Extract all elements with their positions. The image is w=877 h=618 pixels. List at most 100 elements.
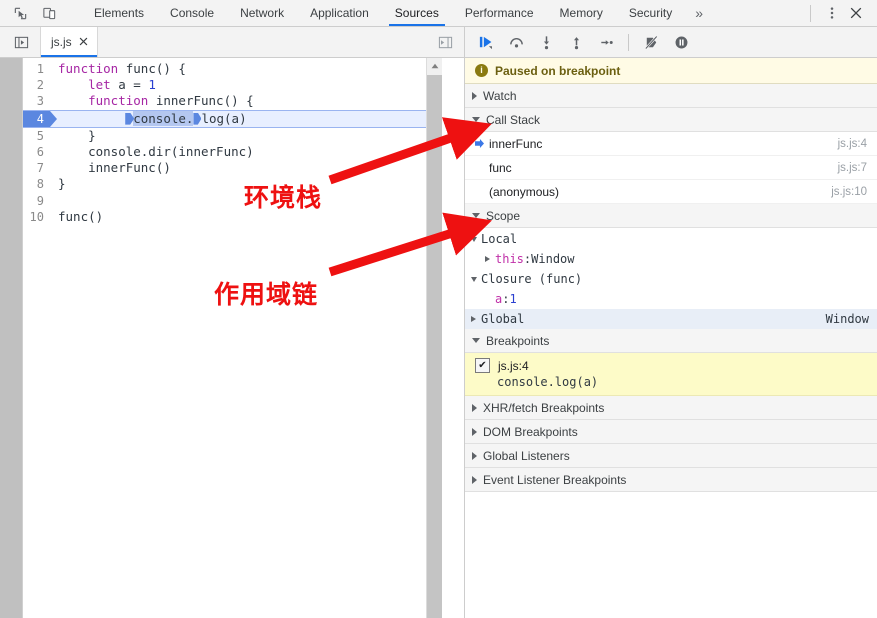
scope-group-global[interactable]: Global Window [465, 309, 877, 329]
code-line-current-execution[interactable]: 4 console. log(a) [23, 109, 442, 128]
call-stack-frame[interactable]: (anonymous) js.js:10 [465, 180, 877, 204]
line-code-rest: log(a) [201, 110, 247, 126]
code-line[interactable]: 9 [23, 193, 442, 209]
tab-network[interactable]: Network [227, 0, 297, 26]
step-over-next-function-call-icon[interactable] [503, 30, 529, 54]
tab-security[interactable]: Security [616, 0, 685, 26]
show-quick-open-icon[interactable] [434, 31, 456, 53]
top-left-icons [0, 0, 81, 26]
scope-group-local[interactable]: Local [465, 229, 877, 249]
chevron-right-icon [472, 475, 477, 484]
section-scope-header[interactable]: Scope [465, 204, 877, 228]
source-code-editor[interactable]: 1 function func() { 2 let a = 1 3 functi… [22, 58, 442, 618]
current-frame-arrow-icon [475, 139, 489, 148]
show-navigator-icon[interactable] [8, 27, 34, 58]
section-dom-breakpoints-header[interactable]: DOM Breakpoints [465, 420, 877, 444]
tab-sources-label: Sources [394, 6, 439, 20]
tab-console[interactable]: Console [157, 0, 227, 26]
property-separator: : [502, 292, 510, 306]
inspect-cursor-icon[interactable] [10, 3, 30, 23]
code-line[interactable]: 6 console.dir(innerFunc) [23, 144, 442, 160]
line-number[interactable]: 2 [23, 77, 50, 93]
paused-banner-text: Paused on breakpoint [495, 63, 621, 78]
section-breakpoints-header[interactable]: Breakpoints [465, 329, 877, 353]
scope-group-closure[interactable]: Closure (func) [465, 269, 877, 289]
section-global-listeners-header[interactable]: Global Listeners [465, 444, 877, 468]
scope-property-a[interactable]: a : 1 [465, 289, 877, 309]
code-line[interactable]: 2 let a = 1 [23, 77, 442, 93]
line-number[interactable]: 9 [23, 193, 50, 209]
chevron-down-icon [472, 117, 480, 122]
section-event-listener-breakpoints-label: Event Listener Breakpoints [483, 472, 627, 487]
devtools-window: Elements Console Network Application Sou… [0, 0, 877, 618]
frame-name: func [489, 160, 512, 175]
line-number[interactable]: 1 [23, 61, 50, 77]
deactivate-breakpoints-icon[interactable] [638, 30, 664, 54]
property-key: this [495, 252, 524, 266]
chevron-right-icon [472, 451, 477, 460]
file-tab-js-js[interactable]: js.js [40, 27, 98, 57]
chevron-down-icon [472, 338, 480, 343]
breakpoint-header-row: ✔ js.js:4 [475, 358, 877, 373]
code-line[interactable]: 10 func() [23, 209, 442, 225]
scope-property-this[interactable]: this : Window [465, 249, 877, 269]
frame-location: js.js:10 [831, 185, 867, 198]
tab-network-label: Network [240, 6, 285, 20]
code-line[interactable]: 7 innerFunc() [23, 160, 442, 176]
tab-sources[interactable]: Sources [382, 0, 452, 26]
scrollbar-thumb[interactable] [427, 75, 442, 618]
step-icon[interactable] [593, 30, 619, 54]
tab-elements[interactable]: Elements [81, 0, 157, 26]
editor-vertical-scrollbar[interactable] [426, 58, 442, 618]
section-xhr-fetch-breakpoints-label: XHR/fetch Breakpoints [483, 400, 605, 415]
code-line[interactable]: 1 function func() { [23, 61, 442, 77]
breakpoint-item[interactable]: ✔ js.js:4 console.log(a) [465, 353, 877, 396]
section-dom-breakpoints-label: DOM Breakpoints [483, 424, 578, 439]
devtools-settings-kebab-icon[interactable] [821, 2, 843, 24]
section-watch-header[interactable]: Watch [465, 84, 877, 108]
line-number[interactable]: 10 [23, 209, 50, 225]
scrollbar-up-arrow-icon[interactable] [427, 58, 442, 74]
code-line[interactable]: 5 } [23, 128, 442, 144]
section-call-stack-header[interactable]: Call Stack [465, 108, 877, 132]
step-into-next-function-call-icon[interactable] [533, 30, 559, 54]
scope-group-label: Global [481, 312, 525, 326]
breakpoints-list: ✔ js.js:4 console.log(a) [465, 353, 877, 396]
device-toolbar-icon[interactable] [39, 3, 59, 23]
code-line[interactable]: 3 function innerFunc() { [23, 93, 442, 109]
toolbar-divider-right [810, 4, 811, 22]
line-number[interactable]: 6 [23, 144, 50, 160]
line-code: } [58, 176, 66, 192]
resume-script-execution-icon[interactable] [473, 30, 499, 54]
chevron-down-icon [472, 213, 480, 218]
line-number[interactable]: 3 [23, 93, 50, 109]
breakpoint-checkbox[interactable]: ✔ [475, 358, 490, 373]
tab-application[interactable]: Application [297, 0, 382, 26]
top-right-icons [802, 0, 877, 26]
debugger-toolbar-divider [628, 33, 629, 51]
property-separator: : [523, 252, 532, 266]
more-tabs-icon[interactable]: » [685, 0, 713, 26]
call-stack-frame[interactable]: func js.js:7 [465, 156, 877, 180]
call-stack-frame[interactable]: innerFunc js.js:4 [465, 132, 877, 156]
pause-on-exceptions-icon[interactable] [668, 30, 694, 54]
breakpoint-line-number[interactable]: 4 [23, 110, 57, 127]
file-tab-label: js.js [51, 35, 72, 49]
scope-group-label: Closure (func) [481, 272, 583, 286]
line-number[interactable]: 7 [23, 160, 50, 176]
section-event-listener-breakpoints-header[interactable]: Event Listener Breakpoints [465, 468, 877, 492]
tab-memory[interactable]: Memory [547, 0, 616, 26]
tab-performance[interactable]: Performance [452, 0, 547, 26]
checkmark-icon: ✔ [478, 359, 487, 371]
line-code: function innerFunc() { [88, 93, 254, 109]
close-devtools-icon[interactable] [845, 2, 867, 24]
line-number[interactable]: 5 [23, 128, 50, 144]
chevron-right-icon [472, 427, 477, 436]
section-xhr-fetch-breakpoints-header[interactable]: XHR/fetch Breakpoints [465, 396, 877, 420]
step-out-of-current-function-icon[interactable] [563, 30, 589, 54]
info-icon: i [475, 64, 488, 77]
breakpoint-code-snippet: console.log(a) [497, 375, 599, 389]
file-tab-close-icon[interactable] [79, 36, 88, 48]
line-number[interactable]: 8 [23, 176, 50, 192]
code-line[interactable]: 8 } [23, 176, 442, 192]
